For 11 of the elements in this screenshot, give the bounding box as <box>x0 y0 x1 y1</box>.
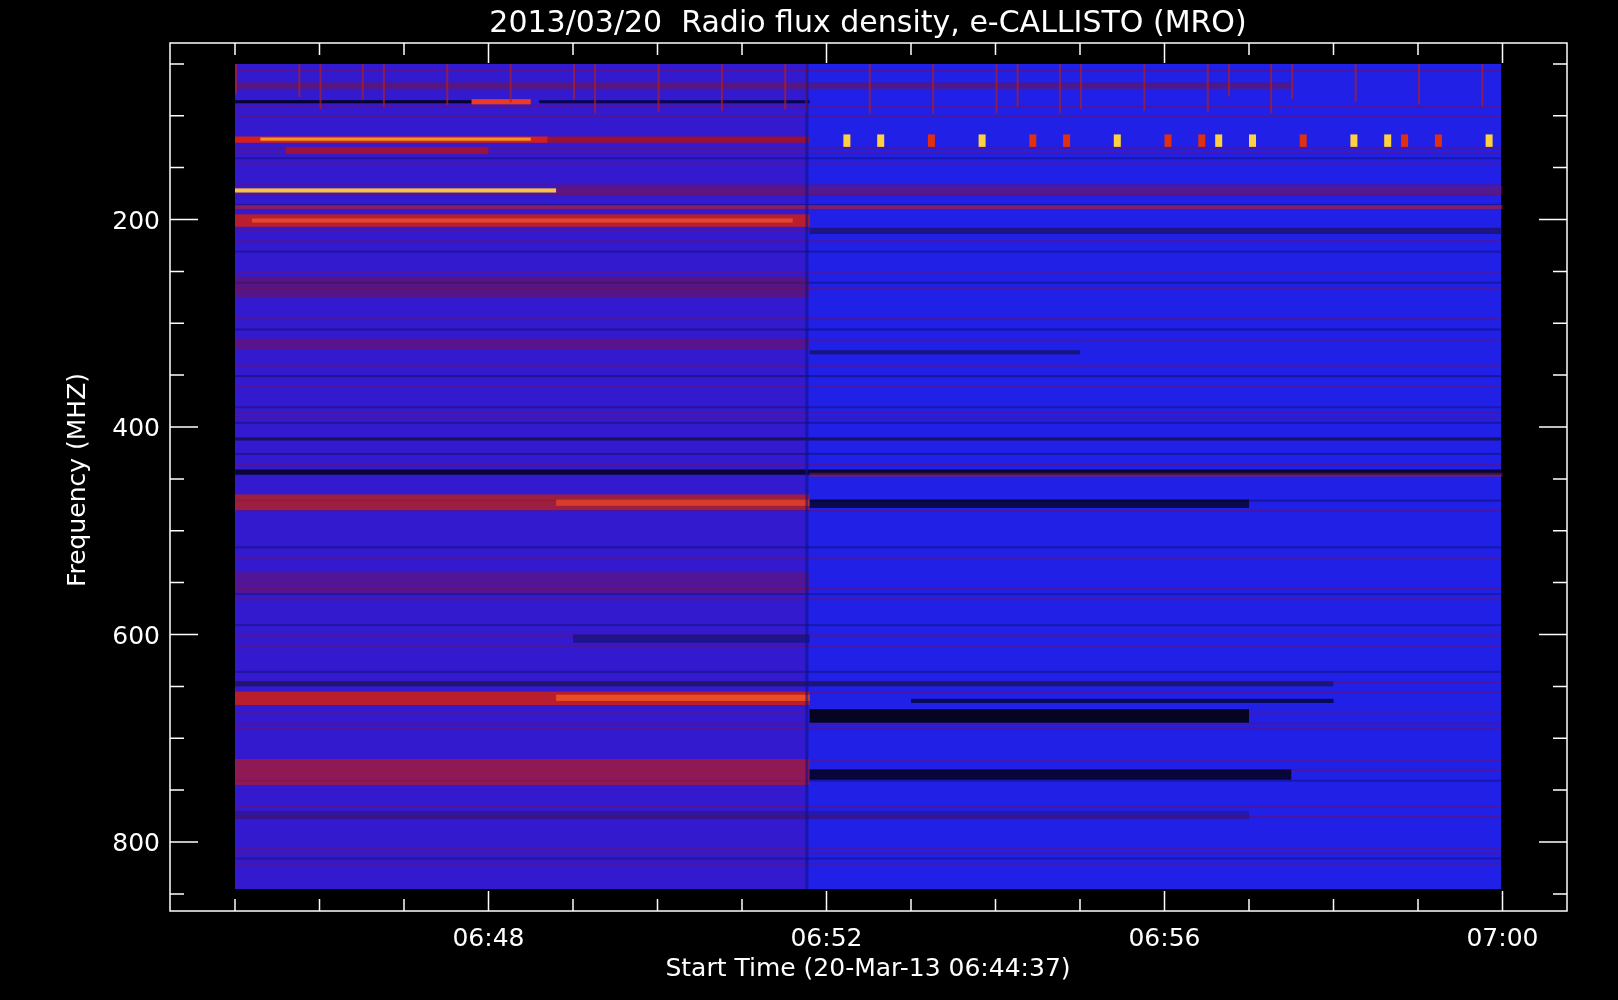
x-axis-label: Start Time (20-Mar-13 06:44:37) <box>665 953 1071 982</box>
chart-title: 2013/03/20 Radio flux density, e-CALLISTO (MRO) <box>489 4 1247 39</box>
axis-tick-label: 07:00 <box>1466 923 1539 952</box>
axis-tick-label: 800 <box>112 828 160 857</box>
axis-tick-label: 06:48 <box>452 923 525 952</box>
axis-tick-label: 200 <box>112 205 160 235</box>
axis-tick-label: 06:56 <box>1128 923 1201 952</box>
axis-tick-label: 600 <box>112 620 160 650</box>
axis-tick-label: 400 <box>112 413 160 442</box>
y-axis-label: Frequency (MHZ) <box>62 372 91 588</box>
axis-tick-label: 06:52 <box>790 923 863 952</box>
